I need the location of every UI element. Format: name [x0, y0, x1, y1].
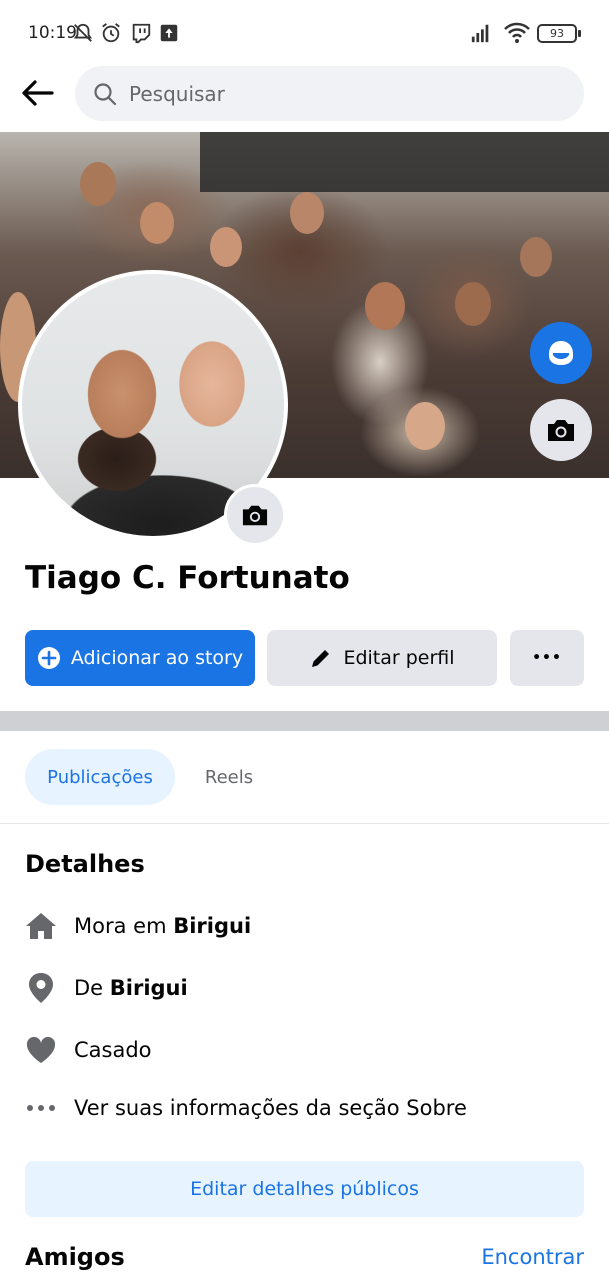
cover-person [290, 192, 324, 234]
cover-person [80, 162, 116, 206]
battery-level: 93 [550, 27, 564, 40]
location-pin-icon [29, 973, 53, 1003]
add-story-label: Adicionar ao story [70, 647, 244, 669]
detail-prefix: De [74, 976, 110, 1000]
home-icon [26, 913, 56, 939]
avatar-edit-button[interactable] [530, 322, 592, 384]
camera-icon [548, 420, 574, 441]
avatar-icon [549, 341, 573, 365]
more-dots-icon: ••• [532, 650, 562, 666]
cover-camera-button[interactable] [530, 399, 592, 461]
friends-title: Amigos [25, 1243, 125, 1271]
status-bar: 10:19 93 [0, 0, 609, 66]
notifications-off-icon [73, 23, 93, 42]
search-input[interactable] [129, 81, 549, 106]
search-bar[interactable] [75, 66, 584, 121]
heart-icon [26, 1036, 56, 1063]
details-title: Detalhes [25, 850, 145, 878]
cover-person [405, 402, 445, 450]
detail-value: Ver suas informações da seção Sobre [74, 1096, 467, 1120]
cover-background-wall [200, 132, 609, 192]
detail-row-from[interactable]: De Birigui [25, 968, 188, 1008]
add-story-button[interactable]: Adicionar ao story [25, 630, 255, 686]
upload-icon [160, 24, 178, 42]
battery-icon: 93 [537, 24, 581, 43]
camera-icon [242, 505, 268, 526]
back-button[interactable] [16, 72, 58, 114]
detail-value: Birigui [173, 914, 252, 938]
signal-icon [471, 24, 489, 43]
alarm-icon [102, 23, 120, 43]
search-icon [94, 82, 117, 105]
edit-public-details-label: Editar detalhes públicos [190, 1178, 419, 1200]
tab-label: Reels [204, 766, 254, 788]
edit-public-details-button[interactable]: Editar detalhes públicos [25, 1161, 584, 1217]
cover-person [455, 282, 491, 326]
plus-circle-icon [37, 647, 60, 669]
tab-reels[interactable]: Reels [183, 749, 275, 805]
twitch-icon [132, 23, 151, 44]
detail-row-about[interactable]: Ver suas informações da seção Sobre [25, 1088, 467, 1128]
cover-person [140, 202, 174, 244]
detail-value: Birigui [109, 976, 188, 1000]
cover-person [520, 237, 552, 277]
more-options-button[interactable]: ••• [510, 630, 584, 686]
detail-value: Casado [74, 1038, 152, 1062]
edit-profile-button[interactable]: Editar perfil [267, 630, 497, 686]
find-friends-link[interactable]: Encontrar [481, 1245, 584, 1269]
detail-row-relationship[interactable]: Casado [25, 1030, 152, 1070]
section-divider [0, 711, 609, 731]
cover-person [210, 227, 242, 267]
pencil-icon [312, 650, 330, 667]
more-dots-icon [27, 1105, 55, 1111]
tab-label: Publicações [47, 766, 153, 788]
profile-name: Tiago C. Fortunato [25, 560, 350, 596]
arrow-left-icon [22, 80, 54, 106]
wifi-icon [504, 22, 530, 43]
edit-profile-label: Editar perfil [343, 647, 455, 669]
detail-prefix: Mora em [74, 914, 174, 938]
profile-camera-button[interactable] [224, 484, 286, 546]
detail-row-lives-in[interactable]: Mora em Birigui [25, 906, 251, 946]
tabs-divider [0, 823, 609, 824]
status-time: 10:19 [28, 23, 77, 43]
tab-publicacoes[interactable]: Publicações [25, 749, 175, 805]
cover-person [365, 282, 405, 330]
